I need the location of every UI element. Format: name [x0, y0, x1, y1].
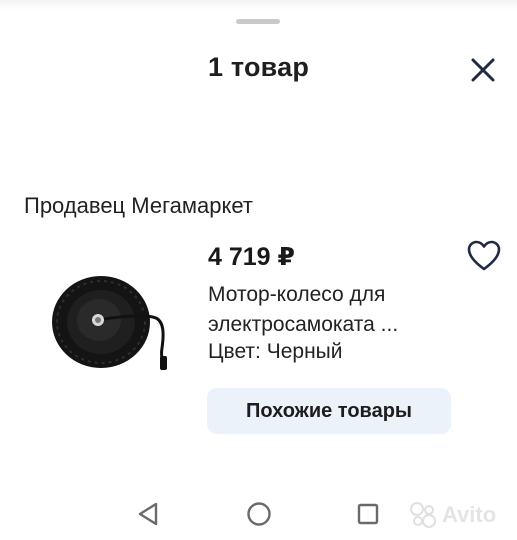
avito-logo-icon [410, 502, 436, 528]
product-name[interactable]: Мотор-колесо для электросамоката ... [208, 280, 468, 340]
background-page-edge [0, 0, 517, 10]
back-triangle-icon [138, 502, 158, 526]
home-button[interactable] [245, 500, 273, 528]
recents-button[interactable] [354, 500, 382, 528]
heart-icon [467, 240, 501, 271]
avito-watermark: Avito [408, 500, 496, 530]
home-circle-icon [247, 502, 271, 526]
seller-label: Продавец Мегамаркет [24, 193, 253, 218]
product-price: 4 719 ₽ [208, 243, 295, 271]
wheel-motor-image [52, 276, 167, 370]
avito-watermark-text: Avito [442, 502, 497, 527]
sheet-title: 1 товар [207, 52, 310, 82]
sheet-drag-handle[interactable] [236, 19, 280, 24]
product-name-line2: электросамоката ... [208, 313, 399, 336]
product-color: Цвет: Черный [208, 340, 343, 363]
product-image[interactable] [46, 264, 176, 374]
close-icon [471, 58, 495, 82]
favorite-button[interactable] [465, 238, 503, 274]
similar-products-button[interactable]: Похожие товары [207, 388, 451, 434]
recents-square-icon [357, 503, 379, 525]
back-button[interactable] [134, 500, 162, 528]
close-button[interactable] [466, 53, 500, 87]
product-name-line1: Мотор-колесо для [208, 283, 386, 306]
